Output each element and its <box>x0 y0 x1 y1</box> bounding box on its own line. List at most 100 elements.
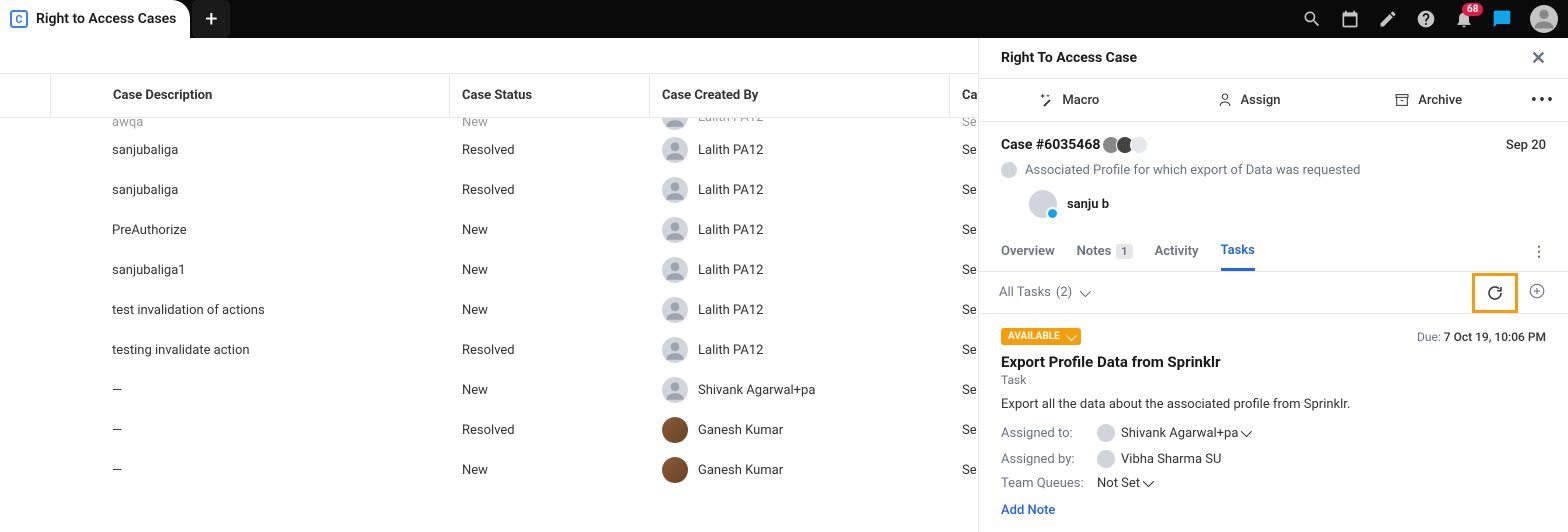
tab-notes-label: Notes <box>1077 244 1112 259</box>
add-note-link[interactable]: Add Note <box>1001 503 1055 518</box>
app-icon: C <box>10 10 28 28</box>
assigned-by-label: Assigned by: <box>1001 452 1091 467</box>
due-value: 7 Oct 19, 10:06 PM <box>1444 330 1546 344</box>
cell-truncated: Se <box>950 463 978 478</box>
active-tab[interactable]: C Right to Access Cases <box>0 0 190 38</box>
cell-description: — <box>50 463 450 478</box>
cell-truncated: Se <box>950 303 978 318</box>
tab-activity[interactable]: Activity <box>1155 232 1199 271</box>
tasks-filter-bar: All Tasks (2) <box>979 272 1568 314</box>
table-row[interactable]: sanjubaligaResolvedLalith PA12Se <box>0 130 978 170</box>
cell-status: Resolved <box>450 343 650 358</box>
add-task-button[interactable] <box>1528 282 1546 304</box>
cell-truncated: Se <box>950 143 978 158</box>
cell-created-by: Lalith PA12 <box>650 217 950 243</box>
help-icon[interactable] <box>1416 9 1436 29</box>
macro-button[interactable]: Macro <box>979 92 1159 108</box>
wand-icon <box>1038 92 1054 108</box>
refresh-icon <box>1486 284 1504 302</box>
new-tab-button[interactable]: + <box>192 0 230 38</box>
creator-avatar <box>662 417 688 443</box>
table-row[interactable]: testing invalidate actionResolvedLalith … <box>0 330 978 370</box>
archive-button[interactable]: Archive <box>1338 92 1518 108</box>
panel-header: Right To Access Case ✕ <box>979 38 1568 78</box>
col-header-truncated[interactable]: Ca <box>950 74 978 117</box>
tab-overview[interactable]: Overview <box>1001 232 1055 271</box>
creator-avatar <box>662 217 688 243</box>
cell-description: — <box>50 423 450 438</box>
col-header-description[interactable]: Case Description <box>50 74 450 117</box>
cell-description: sanjubaliga <box>50 143 450 158</box>
refresh-button[interactable] <box>1472 273 1518 313</box>
task-status-badge[interactable]: AVAILABLE <box>1001 328 1081 345</box>
table-row[interactable]: —NewGanesh KumarSe <box>0 450 978 490</box>
tab-notes-count: 1 <box>1116 244 1132 259</box>
chat-icon[interactable] <box>1492 9 1512 29</box>
team-queues-value[interactable]: Not Set <box>1097 476 1151 491</box>
cell-truncated: Se <box>950 183 978 198</box>
cell-status: New <box>450 263 650 278</box>
notifications-icon[interactable]: 68 <box>1454 9 1474 29</box>
chevron-down-icon <box>1066 329 1077 340</box>
creator-avatar <box>662 257 688 283</box>
cell-truncated: Se <box>950 223 978 238</box>
task-description: Export all the data about the associated… <box>1001 397 1546 412</box>
close-icon[interactable]: ✕ <box>1531 48 1546 69</box>
creator-avatar <box>662 118 688 130</box>
plus-circle-icon <box>1528 282 1546 300</box>
associated-profile[interactable]: sanju b <box>1029 190 1546 218</box>
tabs-more-icon[interactable]: ⋮ <box>1532 244 1546 260</box>
table-row[interactable]: PreAuthorizeNewLalith PA12Se <box>0 210 978 250</box>
tab-tasks[interactable]: Tasks <box>1221 232 1255 271</box>
svg-text:13: 13 <box>1346 18 1354 26</box>
col-header-status[interactable]: Case Status <box>450 74 650 117</box>
archive-icon <box>1394 92 1410 108</box>
cell-created-by: Lalith PA12 <box>650 137 950 163</box>
creator-name: Lalith PA12 <box>698 118 763 125</box>
notification-badge: 68 <box>1462 3 1483 16</box>
table-row[interactable]: —NewShivank Agarwal+paSe <box>0 370 978 410</box>
profile-type-icon <box>1001 162 1017 178</box>
panel-action-bar: Macro Assign Archive ••• <box>979 78 1568 122</box>
toolbar-spacer <box>0 38 978 74</box>
team-queues-label: Team Queues: <box>1001 476 1091 491</box>
task-due: Due: 7 Oct 19, 10:06 PM <box>1417 330 1546 344</box>
task-title: Export Profile Data from Sprinklr <box>1001 353 1546 371</box>
assigned-to-value[interactable]: Shivank Agarwal+pa <box>1121 426 1249 441</box>
col-header-created-by[interactable]: Case Created By <box>650 74 950 117</box>
case-date: Sep 20 <box>1506 138 1546 153</box>
table-row[interactable]: —ResolvedGanesh KumarSe <box>0 410 978 450</box>
creator-name: Lalith PA12 <box>698 263 763 278</box>
creator-name: Lalith PA12 <box>698 303 763 318</box>
profile-avatar <box>1029 190 1057 218</box>
creator-avatar <box>662 457 688 483</box>
search-icon[interactable] <box>1302 9 1322 29</box>
calendar-icon[interactable]: 13 <box>1340 9 1360 29</box>
case-collaborator-avatars[interactable] <box>1106 136 1148 154</box>
assignee-avatar <box>1097 424 1115 442</box>
cell-created-by: Lalith PA12 <box>650 297 950 323</box>
user-avatar[interactable] <box>1530 5 1558 33</box>
creator-name: Ganesh Kumar <box>698 423 783 438</box>
cell-description: — <box>50 383 450 398</box>
table-row[interactable]: test invalidation of actionsNew Lalith PA… <box>0 290 978 330</box>
assigned-by-value: Vibha Sharma SU <box>1121 452 1221 467</box>
filter-label-text: All Tasks <box>999 285 1051 300</box>
cell-description: test invalidation of actions <box>50 303 450 318</box>
table-row[interactable]: sanjubaliga1NewLalith PA12Se <box>0 250 978 290</box>
tab-notes[interactable]: Notes 1 <box>1077 232 1133 271</box>
tasks-filter-dropdown[interactable]: All Tasks (2) <box>999 285 1088 300</box>
more-actions-icon[interactable]: ••• <box>1518 90 1568 111</box>
creator-name: Shivank Agarwal+pa <box>698 383 815 398</box>
assigned-to-row: Assigned to: Shivank Agarwal+pa <box>1001 424 1546 442</box>
creator-avatar <box>662 337 688 363</box>
cell-status: New <box>450 463 650 478</box>
assign-button[interactable]: Assign <box>1159 92 1339 108</box>
cell-status: New <box>450 303 650 318</box>
edit-icon[interactable] <box>1378 9 1398 29</box>
macro-label: Macro <box>1062 93 1099 108</box>
cell-description: testing invalidate action <box>50 343 450 358</box>
table-row[interactable]: awqaNewLalith PA12Se <box>0 118 978 130</box>
badge-text: AVAILABLE <box>1008 331 1060 342</box>
table-row[interactable]: sanjubaligaResolvedLalith PA12Se <box>0 170 978 210</box>
